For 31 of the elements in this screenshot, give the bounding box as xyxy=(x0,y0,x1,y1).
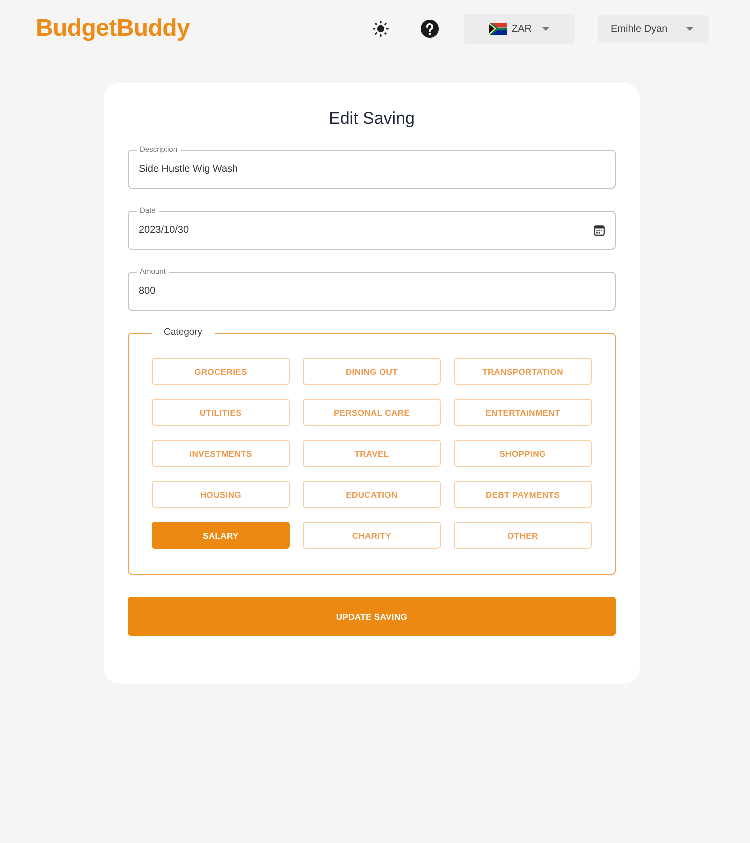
calendar-icon xyxy=(594,224,605,236)
update-saving-button[interactable]: UPDATE SAVING xyxy=(128,597,616,636)
category-option[interactable]: PERSONAL CARE xyxy=(303,399,441,426)
category-option[interactable]: ENTERTAINMENT xyxy=(454,399,592,426)
help-icon xyxy=(421,20,439,38)
category-option[interactable]: DEBT PAYMENTS xyxy=(454,481,592,508)
category-option[interactable]: HOUSING xyxy=(152,481,290,508)
theme-toggle-button[interactable] xyxy=(373,21,389,37)
app-logo[interactable]: BudgetBuddy xyxy=(36,15,190,43)
category-option[interactable]: DINING OUT xyxy=(303,358,441,385)
category-option[interactable]: UTILITIES xyxy=(152,399,290,426)
help-button[interactable] xyxy=(421,20,439,38)
south-africa-flag-icon xyxy=(489,23,507,35)
category-option[interactable]: INVESTMENTS xyxy=(152,440,290,467)
category-option[interactable]: OTHER xyxy=(454,522,592,549)
category-option[interactable]: TRANSPORTATION xyxy=(454,358,592,385)
category-option[interactable]: EDUCATION xyxy=(303,481,441,508)
currency-code: ZAR xyxy=(512,24,532,34)
sun-icon xyxy=(373,21,389,37)
category-option[interactable]: TRAVEL xyxy=(303,440,441,467)
category-option[interactable]: SHOPPING xyxy=(454,440,592,467)
form-title: Edit Saving xyxy=(328,108,416,130)
caret-icon xyxy=(542,27,550,31)
user-menu-dropdown[interactable]: Emihle Dyan xyxy=(598,15,709,43)
user-name: Emihle Dyan xyxy=(611,24,668,34)
currency-dropdown[interactable]: ZAR xyxy=(464,14,575,44)
caret-icon xyxy=(686,27,694,31)
category-option[interactable]: SALARY xyxy=(152,522,290,549)
category-option[interactable]: GROCERIES xyxy=(152,358,290,385)
category-option[interactable]: CHARITY xyxy=(303,522,441,549)
category-label: Category xyxy=(164,326,203,340)
